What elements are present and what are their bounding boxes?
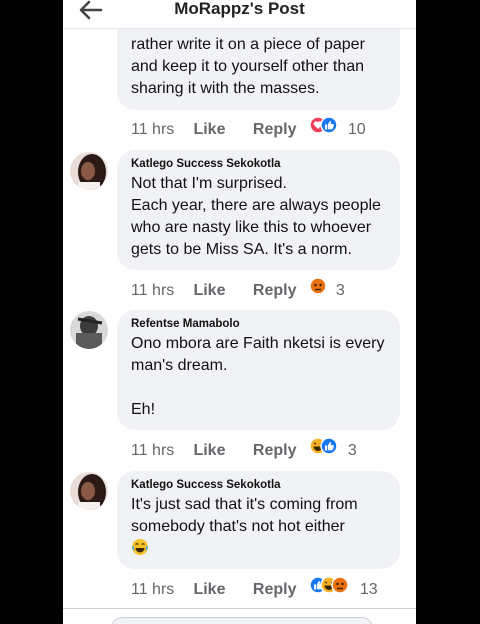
like-button[interactable]: Like [193, 119, 248, 141]
comment-bubble[interactable]: Refentse Mamabolo Ono mbora are Faith nk… [117, 310, 400, 430]
post-header: MoRappz's Post [63, 0, 416, 28]
comment-actions: 11 hrs Like Reply 10 [131, 116, 366, 138]
joy-emoji-icon [132, 539, 148, 555]
avatar[interactable] [70, 311, 108, 349]
comment-time: 11 hrs [131, 580, 175, 598]
page-title: MoRappz's Post [174, 0, 305, 18]
like-button[interactable]: Like [193, 280, 248, 302]
comment-text: Not that I'm surprised. Each year, there… [131, 175, 381, 258]
reaction-icons[interactable] [309, 576, 351, 594]
comment-author[interactable]: Refentse Mamabolo [131, 318, 388, 330]
comment-time: 11 hrs [131, 281, 175, 299]
comment-composer-bar [63, 608, 416, 624]
comment-text: It's just sad that it's coming from some… [131, 496, 358, 535]
reaction-count: 13 [359, 580, 378, 598]
comment-author[interactable]: Katlego Success Sekokotla [131, 158, 388, 170]
like-reaction-icon [320, 437, 339, 455]
comment-input[interactable] [111, 617, 373, 624]
comment-author[interactable]: Katlego Success Sekokotla [131, 479, 388, 491]
reaction-count: 3 [335, 281, 345, 299]
reaction-icons[interactable] [309, 116, 339, 134]
like-reaction-icon [320, 116, 339, 134]
reaction-count: 10 [347, 120, 366, 138]
like-button[interactable]: Like [193, 440, 248, 462]
comment-actions: 11 hrs Like Reply 3 [131, 277, 345, 299]
avatar[interactable] [70, 472, 108, 510]
like-button[interactable]: Like [193, 579, 248, 601]
comment-actions: 11 hrs Like Reply 13 [131, 576, 378, 598]
reaction-count: 3 [347, 441, 357, 459]
angry-reaction-icon [331, 576, 350, 594]
reply-button[interactable]: Reply [253, 119, 305, 141]
angry-reaction-icon [309, 277, 328, 295]
comment-text: Ono mbora are Faith nketsi is every man'… [131, 335, 385, 418]
comments-screen: rather write it on a piece of paper and … [63, 0, 416, 624]
reply-button[interactable]: Reply [253, 440, 305, 462]
reply-button[interactable]: Reply [253, 280, 305, 302]
reaction-icons[interactable] [309, 437, 339, 455]
comment-time: 11 hrs [131, 441, 175, 459]
reaction-icons[interactable] [309, 277, 328, 295]
comment-bubble[interactable]: Katlego Success Sekokotla Not that I'm s… [117, 150, 400, 270]
comment-bubble[interactable]: Katlego Success Sekokotla It's just sad … [117, 471, 400, 569]
comment-time: 11 hrs [131, 120, 175, 138]
comment-text: rather write it on a piece of paper and … [131, 36, 365, 97]
reply-button[interactable]: Reply [253, 579, 305, 601]
avatar[interactable] [70, 152, 108, 190]
comment-actions: 11 hrs Like Reply 3 [131, 437, 357, 459]
